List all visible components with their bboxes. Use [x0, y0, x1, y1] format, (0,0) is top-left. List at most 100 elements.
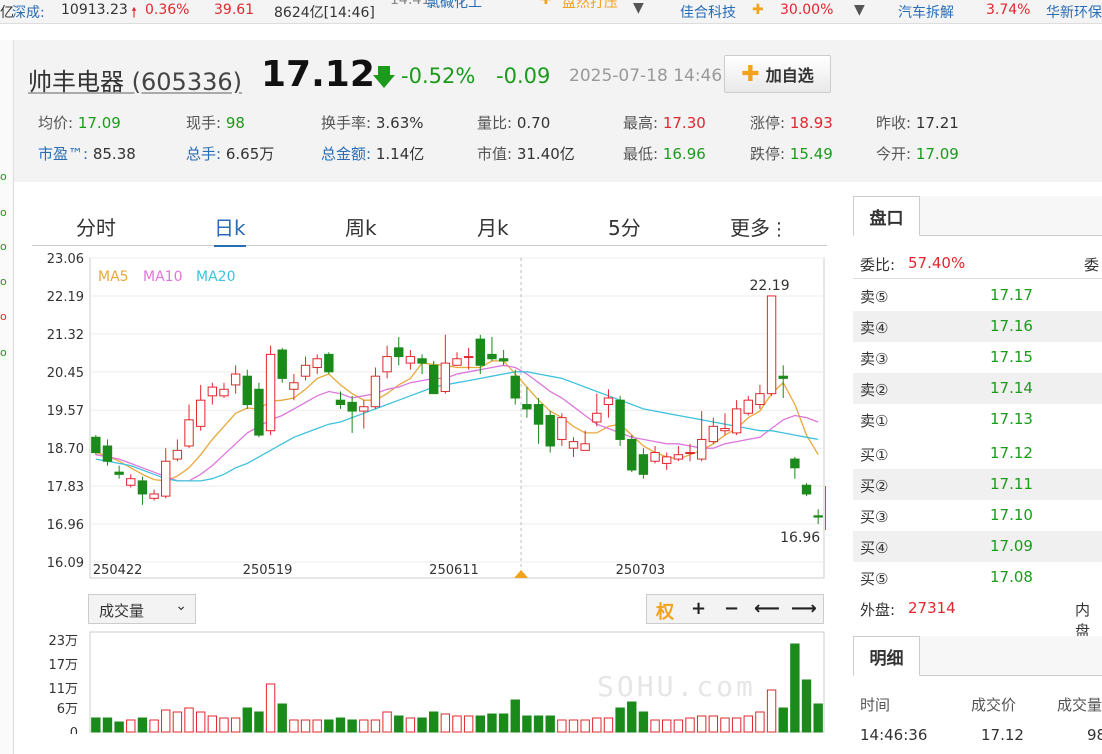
fuquan-button[interactable]: 权	[656, 598, 674, 624]
ticker-sz-label[interactable]: 深成:	[12, 2, 45, 22]
candle-body	[417, 358, 427, 364]
sell-level-row: 卖④ 17.16	[853, 311, 1102, 342]
volume-bar	[720, 717, 730, 733]
ticker-dropdown-icon[interactable]: ▼	[854, 2, 865, 18]
volume-bar	[359, 719, 369, 733]
left-list-strip: o o o o o o	[0, 40, 14, 754]
volume-bar	[592, 717, 602, 733]
volume-bar	[114, 721, 124, 733]
y-tick-label: 18.70	[47, 442, 84, 457]
candle-body	[743, 399, 753, 414]
sell-level-label: 卖⑤	[860, 288, 889, 306]
scroll-right-button[interactable]: ⟶	[791, 598, 817, 619]
volume-chart[interactable]: 23万 17万 11万 6万 0 SOHU.com	[32, 624, 826, 734]
buy-level-row: 买② 17.11	[853, 469, 1102, 500]
buy-level-label: 买①	[860, 446, 889, 464]
tab-more[interactable]: 更多⋮	[730, 212, 788, 241]
candle-body	[161, 460, 171, 497]
volume-bar	[324, 719, 334, 733]
candle-body	[394, 347, 404, 358]
add-watchlist-button[interactable]: ✚ 加自选	[724, 55, 831, 93]
detail-row: 14:46:36 17.12 98	[860, 726, 1102, 744]
stat-limitup: 涨停: 18.93	[750, 114, 833, 132]
volume-bar	[394, 715, 404, 733]
panel-tab-bar: 盘口	[853, 196, 1102, 236]
ticker-stock1-name[interactable]: 佳合科技	[680, 2, 736, 22]
tab-weekly-k[interactable]: 周k	[345, 212, 377, 241]
watermark-logo: SOHU.com	[597, 670, 756, 703]
candle-body	[230, 373, 241, 386]
candle-body	[766, 295, 777, 395]
volume-tick-label: 11万	[48, 682, 78, 697]
y-tick-label: 21.32	[47, 328, 84, 343]
sell-level-label: 卖②	[860, 381, 889, 399]
volume-bar	[533, 715, 544, 733]
indicator-select[interactable]: 成交量 ⌄	[88, 594, 196, 624]
scroll-left-button[interactable]: ⟵	[754, 598, 780, 619]
stat-amount[interactable]: 总金额: 1.14亿	[321, 143, 424, 164]
buy-level-row: 买① 17.12	[853, 438, 1102, 469]
volume-bar	[662, 719, 672, 733]
sell-level-row: 卖⑤ 17.17	[853, 280, 1102, 311]
candle-body	[673, 454, 684, 460]
candle-body	[696, 438, 707, 460]
tab-daily-k[interactable]: 日k	[214, 212, 246, 247]
x-tick-label: 250611	[429, 563, 479, 578]
chart-controls: 权 + − ⟵ ⟶	[646, 594, 824, 624]
volume-bar	[405, 717, 416, 733]
volume-bar	[580, 719, 590, 733]
candle-body	[592, 412, 602, 423]
zoom-in-button[interactable]: +	[691, 598, 706, 619]
candle-body	[533, 404, 544, 425]
ticker-dropdown-icon[interactable]: ▼	[633, 0, 644, 16]
ticker-mid-name[interactable]: 氯碱化工	[426, 0, 482, 12]
tab-timeshare[interactable]: 分时	[76, 212, 116, 241]
legend-entry: MA5	[98, 269, 129, 285]
volume-bar	[673, 719, 684, 733]
sell-level-price: 17.15	[990, 348, 1033, 366]
volume-bar	[766, 689, 777, 733]
zoom-out-button[interactable]: −	[724, 598, 739, 619]
y-tick-label: 23.06	[47, 252, 84, 267]
sell-level-price: 17.16	[990, 317, 1033, 335]
stock-name[interactable]: 帅丰电器 (605336)	[28, 62, 242, 97]
volume-tick-label: 17万	[48, 658, 78, 673]
legend-entry: MA10	[143, 269, 182, 285]
stat-pe[interactable]: 市盈™: 85.38	[38, 143, 136, 164]
volume-bar	[743, 715, 753, 733]
tab-5min[interactable]: 5分	[608, 212, 641, 241]
candle	[545, 411, 555, 453]
volume-bar	[778, 707, 788, 733]
ticker-stock2-name[interactable]: 华新环保	[1046, 2, 1102, 22]
candle-body	[312, 358, 322, 368]
volume-bar	[522, 715, 532, 733]
stat-limitdown: 跌停: 15.49	[750, 145, 833, 163]
candle-body	[580, 443, 590, 451]
candle-body	[254, 388, 264, 436]
candle-body	[662, 456, 672, 464]
y-tick-label: 20.45	[47, 366, 84, 381]
tab-mingxi[interactable]: 明细	[853, 636, 920, 676]
candle-body	[289, 382, 299, 390]
sell-level-price: 17.13	[990, 410, 1033, 428]
volume-bar	[755, 711, 765, 733]
sell-level-row: 卖③ 17.15	[853, 342, 1102, 373]
stat-open: 今开: 17.09	[876, 145, 959, 163]
volume-bar	[685, 717, 695, 733]
volume-bar	[731, 717, 742, 733]
candle	[254, 382, 264, 438]
volume-bar	[230, 717, 241, 733]
low-marker-label: 16.96	[780, 530, 820, 546]
stat-prevclose: 昨收: 17.21	[876, 114, 959, 132]
candle	[265, 345, 276, 436]
tab-pankou[interactable]: 盘口	[853, 196, 920, 236]
tab-monthly-k[interactable]: 月k	[477, 212, 509, 241]
sell-level-price: 17.17	[990, 286, 1033, 304]
high-marker-label: 22.19	[750, 278, 790, 294]
volume-bar	[440, 713, 451, 733]
candlestick-chart[interactable]: 23.06 22.19 21.32 20.45 19.57 18.70 17.83 16.96…	[32, 246, 826, 592]
ticker-sector-name[interactable]: 汽车拆解	[898, 2, 954, 22]
volume-bar	[172, 711, 183, 733]
more-dots-icon: ⋮	[770, 219, 788, 240]
stat-totalhand[interactable]: 总手: 6.65万	[186, 143, 274, 164]
